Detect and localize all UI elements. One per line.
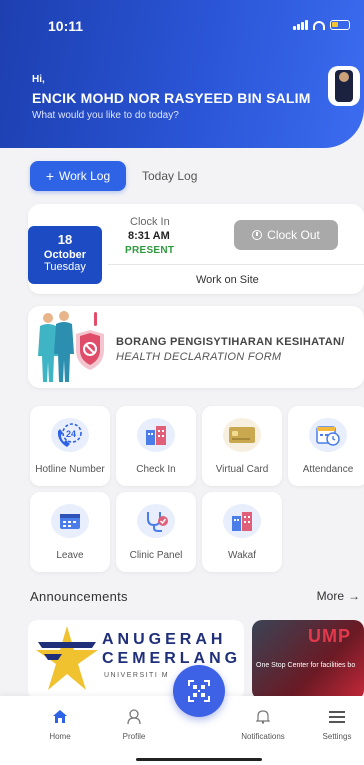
announcement-banner-ump[interactable]: UMP One Stop Center for facilities bo <box>252 620 364 700</box>
divider <box>108 264 364 265</box>
date-box: 18 October Tuesday <box>28 226 102 284</box>
avatar-photo <box>335 70 353 102</box>
more-label: More <box>316 589 344 603</box>
user-name: ENCIK MOHD NOR RASYEED BIN SALIM <box>32 90 311 106</box>
attendance-status: PRESENT <box>125 245 175 256</box>
announcements-title: Announcements <box>30 589 128 604</box>
nav-profile[interactable]: Profile <box>99 708 169 741</box>
nav-label: Profile <box>122 732 146 741</box>
banner-caption: One Stop Center for facilities bo <box>256 662 356 669</box>
health-declaration-card[interactable]: BORANG PENGISYTIHARAN KESIHATAN/ HEALTH … <box>28 306 364 388</box>
bell-icon <box>228 708 298 724</box>
arrow-right-icon: → <box>348 589 360 603</box>
qr-scan-button[interactable] <box>173 665 225 717</box>
greeting: Hi, <box>32 74 45 85</box>
phone-24-icon: 24 <box>51 418 89 452</box>
menu-attendance[interactable]: Attendance <box>288 406 364 486</box>
header-banner: 10:11 Hi, ENCIK MOHD NOR RASYEED BIN SAL… <box>0 0 364 148</box>
menu-label: Leave <box>56 550 84 561</box>
greeting-subtitle: What would you like to do today? <box>32 110 179 121</box>
nav-label: Home <box>49 732 71 741</box>
profile-icon <box>99 708 169 724</box>
date-day: 18 <box>57 232 73 247</box>
tab-today-log[interactable]: Today Log <box>142 169 197 183</box>
menu-label: Check In <box>136 464 176 475</box>
work-location: Work on Site <box>196 274 259 286</box>
date-weekday: Tuesday <box>44 261 86 273</box>
nav-label: Settings <box>322 732 352 741</box>
building-icon <box>137 418 175 452</box>
signal-icon <box>293 20 308 30</box>
clock-in-time: 8:31 AM <box>128 230 170 242</box>
menu-label: Attendance <box>302 464 354 475</box>
menu-leave[interactable]: Leave <box>30 492 110 572</box>
nav-label: Notifications <box>241 732 285 741</box>
star-logo-icon <box>36 626 98 690</box>
home-indicator <box>136 758 262 761</box>
menu-virtual-card[interactable]: Virtual Card <box>202 406 282 486</box>
banner-heading: UMP <box>308 626 351 646</box>
clock-out-button[interactable]: Clock Out <box>234 220 338 250</box>
menu-hotline-number[interactable]: 24 Hotline Number <box>30 406 110 486</box>
banner-line-3: UNIVERSITI M <box>104 672 170 679</box>
menu-icon <box>302 708 364 724</box>
plus-icon: + <box>45 168 55 184</box>
clock-card: 18 October Tuesday Clock In 8:31 AM PRES… <box>28 204 364 294</box>
tab-work-log[interactable]: + Work Log <box>30 161 126 191</box>
menu-label: Hotline Number <box>35 464 105 475</box>
banner-line-1: ANUGERAH <box>102 631 227 648</box>
calendar-clock-icon <box>309 418 347 452</box>
status-time: 10:11 <box>48 18 84 34</box>
health-form-subtitle: HEALTH DECLARATION FORM <box>116 351 282 363</box>
menu-label: Virtual Card <box>215 464 269 475</box>
avatar[interactable] <box>328 66 360 106</box>
clock-icon <box>252 230 263 240</box>
qr-scan-icon <box>188 680 210 702</box>
status-icons <box>293 20 350 30</box>
menu-label: Wakaf <box>228 550 256 561</box>
svg-text:24: 24 <box>66 429 76 439</box>
more-link[interactable]: More → <box>317 589 360 603</box>
health-form-title: BORANG PENGISYTIHARAN KESIHATAN/ <box>116 336 345 348</box>
battery-icon <box>330 20 350 30</box>
stethoscope-icon <box>137 504 175 538</box>
health-workers-illustration <box>38 311 104 382</box>
tab-work-log-label: Work Log <box>59 169 111 183</box>
clock-out-label: Clock Out <box>267 228 320 242</box>
home-icon <box>25 708 95 724</box>
clock-in-label: Clock In <box>130 216 170 228</box>
nav-home[interactable]: Home <box>25 708 95 741</box>
banner-line-2: CEMERLANG <box>102 650 242 667</box>
nav-notifications[interactable]: Notifications <box>228 708 298 741</box>
date-month: October <box>43 249 87 261</box>
calendar-icon <box>51 504 89 538</box>
nav-settings[interactable]: Settings <box>302 708 364 741</box>
building-icon <box>223 504 261 538</box>
menu-label: Clinic Panel <box>129 550 183 561</box>
wifi-icon <box>313 20 325 30</box>
menu-wakaf[interactable]: Wakaf <box>202 492 282 572</box>
menu-clinic-panel[interactable]: Clinic Panel <box>116 492 196 572</box>
menu-check-in[interactable]: Check In <box>116 406 196 486</box>
card-icon <box>223 418 261 452</box>
